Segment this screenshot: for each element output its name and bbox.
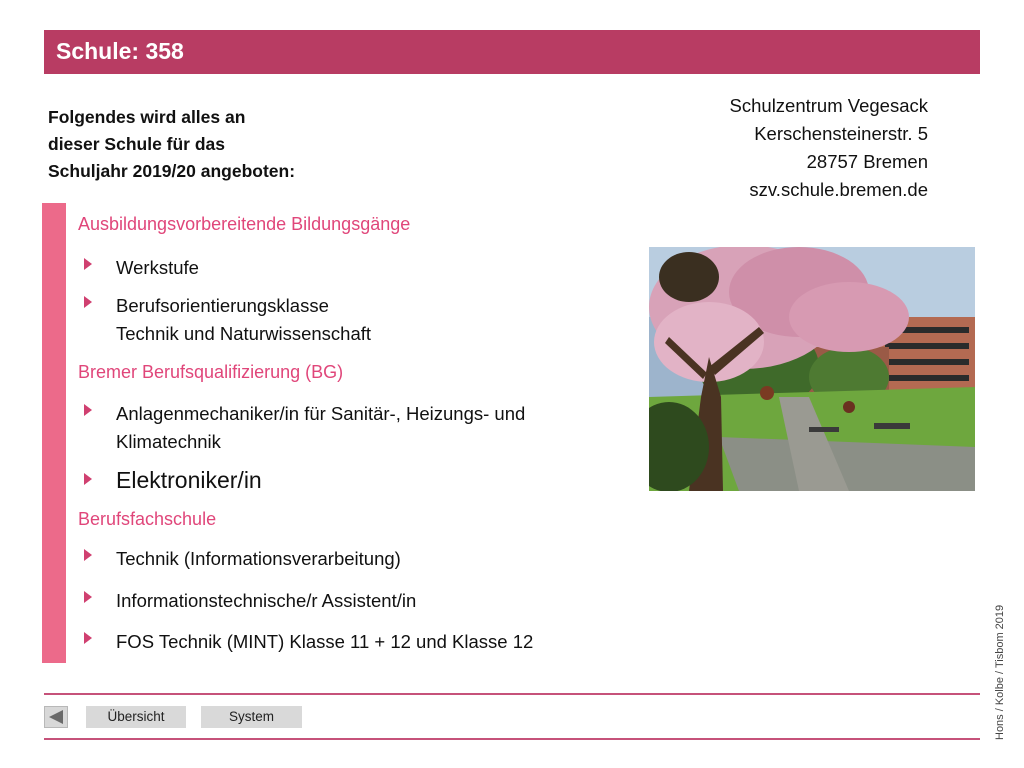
chevron-right-icon [84,473,92,485]
back-button[interactable] [44,706,68,728]
school-photo [649,247,975,491]
list-item-text: Informationstechnische/r Assistent/in [116,590,417,611]
intro-text: Folgendes wird alles an dieser Schule fü… [48,104,388,185]
footer-divider [44,693,980,695]
back-arrow-icon [49,710,63,724]
intro-line: Folgendes wird alles an [48,107,246,127]
chevron-right-icon [84,258,92,270]
credit-text: Hons / Kolbe / Tisbom 2019 [994,604,1006,740]
list-item-text: FOS Technik (MINT) Klasse 11 + 12 und Kl… [116,631,534,652]
intro-line: Schuljahr 2019/20 angeboten: [48,161,296,181]
chevron-right-icon [84,296,92,308]
chevron-right-icon [84,404,92,416]
list-item-text: Berufsorientierungsklasse Technik und Nat… [116,295,372,344]
title-bar: Schule: 358 [44,30,980,74]
chevron-right-icon [84,549,92,561]
school-street: Kerschensteinerstr. 5 [754,123,928,144]
chevron-right-icon [84,591,92,603]
list-item-text: Werkstufe [116,257,199,278]
section-heading: Bremer Berufsqualifizierung (BG) [78,362,344,382]
list-item-text: Elektroniker/in [116,467,262,493]
system-button[interactable]: System [201,706,302,728]
chevron-right-icon [84,632,92,644]
section-heading: Berufsfachschule [78,509,217,529]
intro-line: dieser Schule für das [48,134,226,154]
school-website: szv.schule.bremen.de [749,179,928,200]
school-city: 28757 Bremen [806,151,928,172]
school-name: Schulzentrum Vegesack [729,95,928,116]
page-title: Schule: 358 [56,38,184,64]
overview-button[interactable]: Übersicht [86,706,186,728]
footer-divider [44,738,980,740]
accent-bar [42,203,66,663]
school-address: Schulzentrum Vegesack Kerschensteinerstr… [600,92,928,204]
list-item-text: Anlagenmechaniker/in für Sanitär-, Heizu… [116,403,526,452]
section-heading: Ausbildungsvorbereitende Bildungsgänge [78,214,411,234]
list-item-text: Technik (Informationsverarbeitung) [116,548,401,569]
